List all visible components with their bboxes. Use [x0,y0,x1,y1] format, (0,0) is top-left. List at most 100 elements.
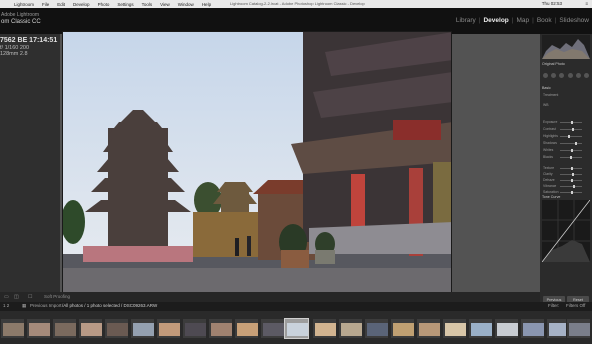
highlights-slider[interactable] [560,135,582,138]
develop-tool-strip [543,73,589,78]
grid-view-icon[interactable]: ▦ [22,303,26,309]
red-eye-icon[interactable] [559,73,565,78]
filmstrip-thumbnail[interactable] [208,318,233,339]
menu-edit[interactable]: Edit [53,2,69,7]
filmstrip-thumbnail[interactable] [364,318,389,339]
filmstrip-thumbnail[interactable] [0,318,25,339]
dehaze-slider[interactable] [560,179,582,182]
tone-curve-graph[interactable] [541,199,591,263]
filmstrip-thumbnail[interactable] [390,318,415,339]
secondary-display-icon[interactable]: 1 2 [3,303,9,308]
module-picker: Library | Develop | Map | Book | Slidesh… [453,17,592,24]
temple-photo-image [63,32,451,292]
filmstrip-thumbnail[interactable] [130,318,155,339]
menu-help[interactable]: Help [198,2,215,7]
filmstrip-thumbnail[interactable] [260,318,285,339]
white-balance-label: WB [543,103,549,107]
module-map[interactable]: Map [513,17,532,24]
previous-import-source[interactable]: Previous Import [30,303,62,308]
identity-plate-line2: om Classic CC [1,19,41,25]
filmstrip-header: 1 2 ▦ Previous Import /All photos / 1 ph… [0,302,592,311]
exposure-label: Exposure [543,120,558,124]
tone-curve-line [541,199,591,263]
contrast-label: Contrast [543,127,556,131]
contrast-slider[interactable] [560,128,582,131]
texture-label: Texture [543,166,555,170]
main-photo[interactable] [62,31,452,293]
texture-slider[interactable] [560,167,582,170]
left-panel-collapsed[interactable] [0,34,60,292]
module-develop[interactable]: Develop [480,17,511,24]
basic-panel-header[interactable]: Basic [542,86,590,91]
soft-proofing-label: Soft Proofing [44,294,71,299]
filmstrip [0,311,592,344]
filmstrip-thumbnail[interactable] [26,318,51,339]
menu-tools[interactable]: Tools [138,2,157,7]
filmstrip-thumbnail[interactable] [234,318,259,339]
filter-dropdown[interactable]: Filters Off [566,303,585,308]
histogram[interactable] [542,35,590,59]
filmstrip-thumbnail[interactable] [442,318,467,339]
filmstrip-thumbnail[interactable] [520,318,545,339]
crop-tool-icon[interactable] [543,73,548,78]
menu-photo[interactable]: Photo [94,2,114,7]
clarity-slider[interactable] [560,173,582,176]
filmstrip-thumbnail[interactable] [78,318,103,339]
soft-proofing-checkbox[interactable]: ☐ [28,294,32,300]
blacks-slider[interactable] [560,156,582,159]
histogram-graph [542,39,590,59]
vibrance-label: Vibrance [543,184,557,188]
saturation-label: Saturation [543,190,559,194]
exposure-slider[interactable] [560,121,582,124]
photo-info-datetime: 7562 BE 17:14:51 [0,37,58,44]
menu-settings[interactable]: Settings [113,2,137,7]
filmstrip-thumbnail-selected[interactable] [284,318,309,339]
shadows-slider[interactable] [560,142,582,145]
treatment-label: Treatment [543,93,559,97]
graduated-filter-icon[interactable] [567,73,573,78]
radial-filter-icon[interactable] [575,73,581,78]
develop-toolbar: ▭ ◫ ☐ Soft Proofing [0,292,540,302]
blacks-label: Blacks [543,155,553,159]
filmstrip-source-path[interactable]: /All photos / 1 photo selected / DSC0926… [62,303,157,308]
menu-develop[interactable]: Develop [69,2,94,7]
menu-file[interactable]: File [38,2,53,7]
module-library[interactable]: Library [453,17,479,24]
filmstrip-thumbnail[interactable] [468,318,493,339]
shadows-label: Shadows [543,141,557,145]
filmstrip-thumbnail[interactable] [52,318,77,339]
menubar-clock[interactable]: Thu 02:53 [542,0,562,8]
spot-removal-icon[interactable] [551,73,557,78]
photo-info-lens: 128mm 2.8 [0,51,28,57]
highlights-label: Highlights [543,134,558,138]
photo-info-overlay: 7562 BE 17:14:51 f/ 1/160 200 128mm 2.8 [0,37,58,58]
app-menu[interactable]: Lightroom [10,2,38,7]
histogram-label: Original Photo [542,62,565,66]
filmstrip-thumbnail[interactable] [312,318,337,339]
dehaze-label: Dehaze [543,178,555,182]
identity-plate-line1: Adobe Lightroom [1,12,40,18]
before-after-icon[interactable]: ◫ [14,294,19,300]
filmstrip-thumbnail[interactable] [494,318,519,339]
module-book[interactable]: Book [534,17,555,24]
menu-window[interactable]: Window [174,2,198,7]
vibrance-slider[interactable] [560,185,582,188]
clarity-label: Clarity [543,172,553,176]
whites-label: Whites [543,148,554,152]
module-slideshow[interactable]: Slideshow [556,17,592,24]
system-menu-bar: Lightroom File Edit Develop Photo Settin… [0,0,592,8]
menu-view[interactable]: View [156,2,174,7]
filter-label: Filter: [548,303,560,308]
filmstrip-thumbnail[interactable] [338,318,363,339]
filmstrip-thumbnail[interactable] [104,318,129,339]
filmstrip-thumbnail[interactable] [182,318,207,339]
window-title: Lightroom Catalog-2-2.lrcat - Adobe Phot… [230,1,365,6]
filmstrip-thumbnail[interactable] [566,318,591,339]
filmstrip-thumbnail[interactable] [156,318,181,339]
filmstrip-thumbnail[interactable] [416,318,441,339]
loupe-view-icon[interactable]: ▭ [4,294,9,300]
control-center-icon[interactable]: ≡ [585,0,588,8]
adjustment-brush-icon[interactable] [583,73,589,78]
saturation-slider[interactable] [560,191,582,194]
whites-slider[interactable] [560,149,582,152]
